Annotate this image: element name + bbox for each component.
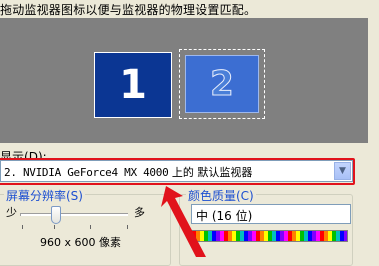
red-arrow-icon: [161, 186, 206, 257]
